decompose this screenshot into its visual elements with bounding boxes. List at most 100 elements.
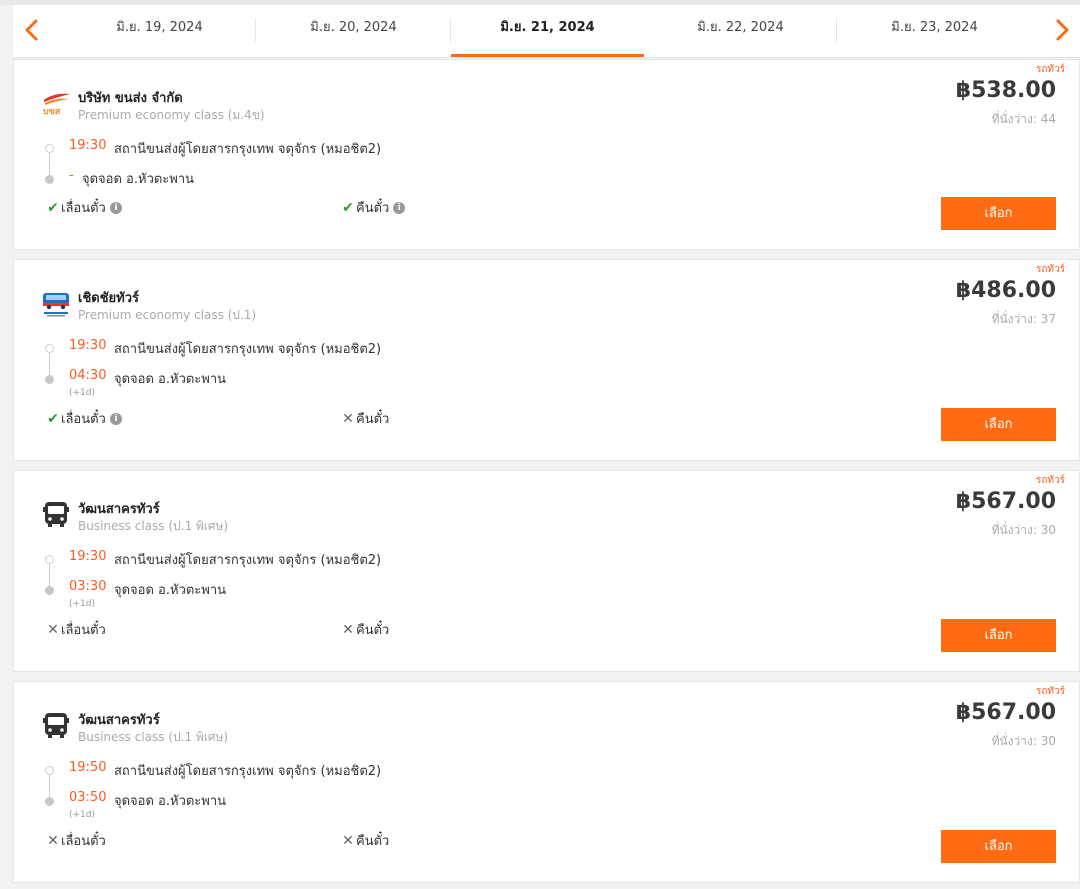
seats-available: ที่นั่งว่าง: 37 (991, 312, 1056, 326)
select-trip-button[interactable]: เลือก (941, 830, 1056, 863)
date-tab[interactable]: มิ.ย. 22, 2024 (644, 5, 837, 57)
operator-name: เชิดชัยทัวร์ (78, 291, 140, 306)
date-tab[interactable]: มิ.ย. 23, 2024 (838, 5, 1031, 57)
next-day-indicator: (+1d) (69, 388, 96, 398)
date-tab[interactable]: มิ.ย. 20, 2024 (257, 5, 451, 57)
date-navigation: มิ.ย. 19, 2024 มิ.ย. 20, 2024 มิ.ย. 21, … (13, 5, 1080, 58)
refund-ticket-label: คืนตั๋ว (356, 623, 390, 638)
svg-text:บขส: บขส (43, 107, 61, 117)
arrival-station: จุดจอด อ.หัวตะพาน (82, 172, 195, 187)
trip-card: รถทัวร์ วัฒนสาครทัวร์ Business class (ป.… (13, 470, 1080, 672)
bus-type-tag: รถทัวร์ (1035, 64, 1065, 75)
refund-ticket-feature: ✔ คืนตั๋ว i (341, 197, 406, 218)
change-ticket-feature: ✕ เลื่อนตั๋ว (46, 619, 106, 640)
bus-type-tag: รถทัวร์ (1035, 686, 1065, 697)
check-icon: ✔ (47, 410, 59, 427)
date-tab-active[interactable]: มิ.ย. 21, 2024 (451, 5, 644, 57)
select-trip-button[interactable]: เลือก (941, 619, 1056, 652)
refund-ticket-feature: ✕ คืนตั๋ว (341, 408, 389, 429)
refund-ticket-feature: ✕ คืนตั๋ว (341, 619, 389, 640)
arrival-dot (45, 797, 54, 806)
tab-divider (836, 18, 837, 42)
operator-logo-bks: บขส (40, 87, 72, 119)
arrival-dot (45, 175, 54, 184)
departure-station: สถานีขนส่งผู้โดยสารกรุงเทพ จตุจักร (หมอช… (114, 142, 382, 157)
refund-ticket-label: คืนตั๋ว (356, 201, 390, 216)
date-tab-label: มิ.ย. 20, 2024 (310, 20, 397, 35)
cross-icon: ✕ (47, 832, 59, 849)
change-ticket-feature: ✔ เลื่อนตั๋ว i (46, 408, 122, 429)
change-ticket-label: เลื่อนตั๋ว (61, 412, 106, 427)
select-trip-button[interactable]: เลือก (941, 408, 1056, 441)
next-day-indicator: (+1d) (69, 810, 96, 820)
arrival-dot (45, 586, 54, 595)
departure-dot (45, 344, 54, 353)
chevron-left-icon[interactable] (17, 15, 47, 45)
change-ticket-label: เลื่อนตั๋ว (61, 201, 106, 216)
change-ticket-feature: ✔ เลื่อนตั๋ว i (46, 197, 122, 218)
change-ticket-feature: ✕ เลื่อนตั๋ว (46, 830, 106, 851)
change-ticket-label: เลื่อนตั๋ว (61, 623, 106, 638)
trip-card: รถทัวร์ วัฒนสาครทัวร์ Business class (ป.… (13, 681, 1080, 883)
check-icon: ✔ (342, 199, 354, 216)
departure-station: สถานีขนส่งผู้โดยสารกรุงเทพ จตุจักร (หมอช… (114, 764, 382, 779)
select-trip-button[interactable]: เลือก (941, 197, 1056, 230)
seat-class: Premium economy class (ม.4ข) (78, 108, 265, 122)
departure-dot (45, 766, 54, 775)
info-icon[interactable]: i (109, 412, 122, 425)
change-ticket-label: เลื่อนตั๋ว (61, 834, 106, 849)
seat-class: Premium economy class (ป.1) (78, 308, 257, 322)
chevron-right-icon[interactable] (1047, 15, 1077, 45)
operator-logo-cherdchai (40, 287, 72, 319)
arrival-station: จุดจอด อ.หัวตะพาน (114, 583, 227, 598)
bus-icon (40, 709, 72, 741)
departure-station: สถานีขนส่งผู้โดยสารกรุงเทพ จตุจักร (หมอช… (114, 342, 382, 357)
departure-time: 19:50 (69, 760, 107, 775)
departure-time: 19:30 (69, 549, 107, 564)
bus-icon (40, 498, 72, 530)
seat-class: Business class (ป.1 พิเศษ) (78, 519, 229, 533)
refund-ticket-feature: ✕ คืนตั๋ว (341, 830, 389, 851)
cross-icon: ✕ (342, 832, 354, 849)
operator-name: วัฒนสาครทัวร์ (78, 713, 160, 728)
departure-time: 19:30 (69, 338, 107, 353)
bus-type-tag: รถทัวร์ (1035, 475, 1065, 486)
date-tab-label: มิ.ย. 19, 2024 (116, 20, 203, 35)
info-icon[interactable]: i (109, 201, 122, 214)
ticket-price: ฿538.00 (955, 78, 1056, 103)
arrival-station: จุดจอด อ.หัวตะพาน (114, 794, 227, 809)
departure-dot (45, 555, 54, 564)
date-tab-label: มิ.ย. 21, 2024 (500, 20, 595, 35)
next-day-indicator: (+1d) (69, 599, 96, 609)
info-icon[interactable]: i (393, 201, 406, 214)
ticket-price: ฿486.00 (955, 278, 1056, 303)
date-tab-label: มิ.ย. 22, 2024 (697, 20, 784, 35)
tab-divider (255, 18, 256, 42)
arrival-time: - (69, 168, 74, 183)
cross-icon: ✕ (342, 410, 354, 427)
departure-time: 19:30 (69, 138, 107, 153)
arrival-station: จุดจอด อ.หัวตะพาน (114, 372, 227, 387)
arrival-time: 03:30 (69, 579, 107, 594)
cross-icon: ✕ (47, 621, 59, 638)
arrival-time: 04:30 (69, 368, 107, 383)
operator-name: วัฒนสาครทัวร์ (78, 502, 160, 517)
bus-type-tag: รถทัวร์ (1035, 264, 1065, 275)
seat-class: Business class (ป.1 พิเศษ) (78, 730, 229, 744)
ticket-price: ฿567.00 (955, 700, 1056, 725)
active-tab-indicator (451, 54, 644, 57)
date-tab[interactable]: มิ.ย. 19, 2024 (63, 5, 256, 57)
check-icon: ✔ (47, 199, 59, 216)
trip-card: รถทัวร์ เชิดชัยทัวร์ Premium economy cla… (13, 259, 1080, 461)
arrival-dot (45, 375, 54, 384)
operator-name: บริษัท ขนส่ง จำกัด (78, 91, 183, 106)
refund-ticket-label: คืนตั๋ว (356, 834, 390, 849)
seats-available: ที่นั่งว่าง: 44 (991, 112, 1056, 126)
seats-available: ที่นั่งว่าง: 30 (991, 523, 1056, 537)
arrival-time: 03:50 (69, 790, 107, 805)
date-tab-label: มิ.ย. 23, 2024 (891, 20, 978, 35)
ticket-price: ฿567.00 (955, 489, 1056, 514)
refund-ticket-label: คืนตั๋ว (356, 412, 390, 427)
trip-card: รถทัวร์ บขส บริษัท ขนส่ง จำกัด Premium e… (13, 59, 1080, 250)
departure-station: สถานีขนส่งผู้โดยสารกรุงเทพ จตุจักร (หมอช… (114, 553, 382, 568)
